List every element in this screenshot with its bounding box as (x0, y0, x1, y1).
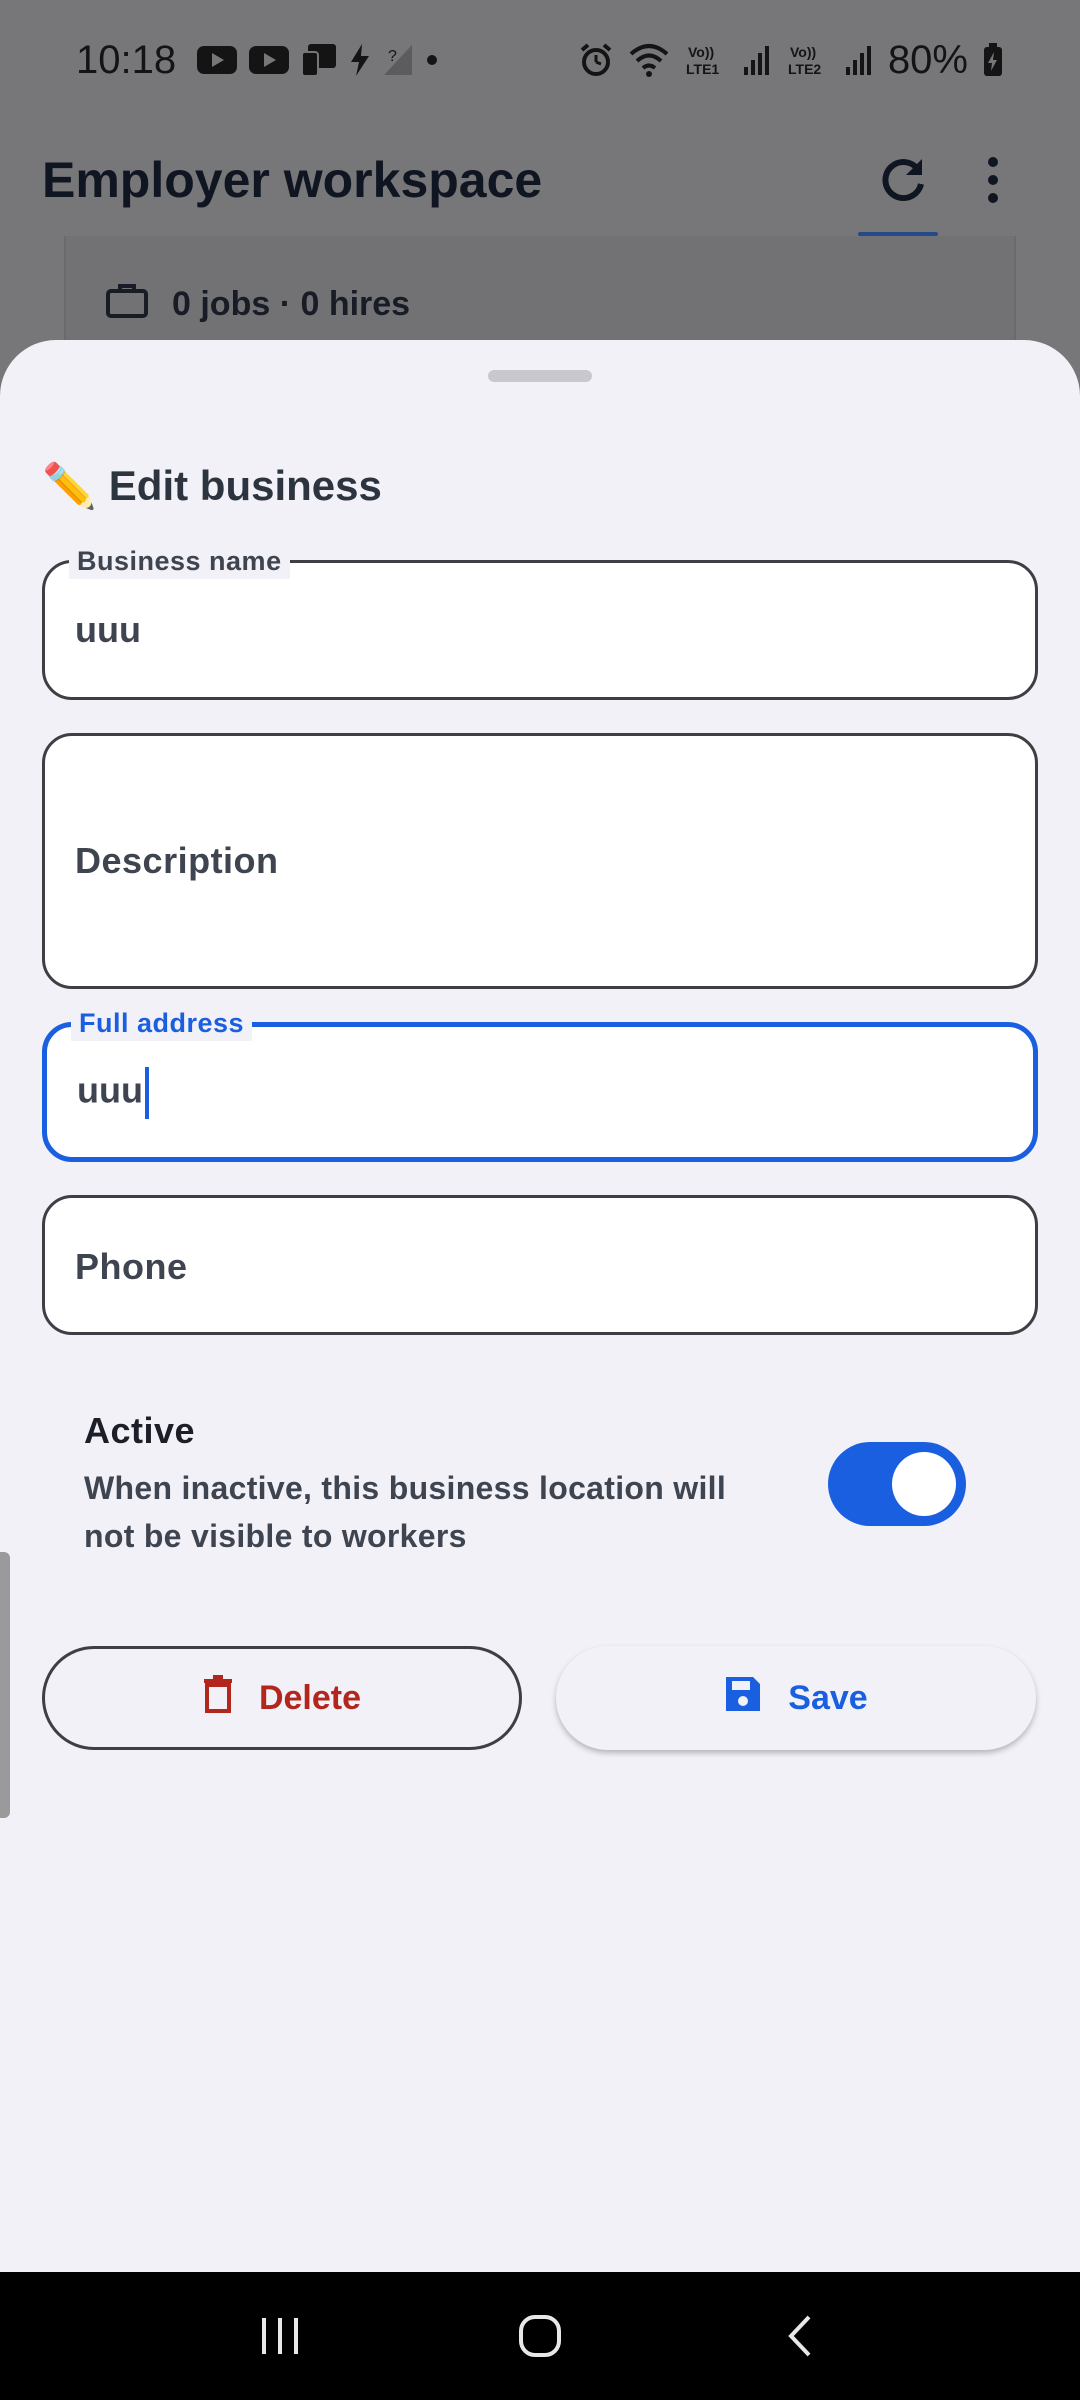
trash-icon (203, 1674, 233, 1722)
signal-icon (742, 40, 772, 80)
sheet-title-text: Edit business (108, 462, 382, 509)
more-vert-icon[interactable] (948, 135, 1038, 225)
text-cursor (144, 1067, 149, 1119)
svg-text:LTE2: LTE2 (788, 61, 821, 77)
wifi-icon (628, 40, 670, 80)
battery-percent: 80% (887, 37, 968, 82)
recent-apps-icon[interactable] (235, 2291, 325, 2381)
active-title: Active (84, 1410, 196, 1451)
youtube-icon (248, 40, 290, 80)
save-icon (724, 1675, 762, 1722)
save-button[interactable]: Save (556, 1646, 1036, 1750)
signal-icon (844, 40, 874, 80)
volte-lte2-icon: Vo)) LTE2 (786, 40, 830, 80)
briefcase-icon (106, 282, 148, 327)
svg-text:Vo)): Vo)) (790, 44, 816, 60)
device-icon (300, 40, 338, 80)
delete-button[interactable]: Delete (42, 1646, 522, 1750)
page-title: Employer workspace (42, 152, 543, 208)
battery-charging-icon (982, 40, 1004, 80)
app-bar: Employer workspace (0, 120, 1080, 240)
business-name-value: uuu (75, 609, 141, 650)
save-label: Save (788, 1678, 868, 1717)
signal-off-icon: ? (382, 40, 414, 80)
flash-icon (348, 40, 372, 80)
full-address-label: Full address (71, 1005, 253, 1041)
system-nav-bar (0, 2272, 1080, 2400)
svg-text:LTE1: LTE1 (686, 61, 719, 77)
active-toggle[interactable] (828, 1442, 966, 1526)
refresh-icon[interactable] (858, 135, 948, 225)
drag-handle[interactable] (488, 370, 592, 382)
full-address-field[interactable]: Full address uuu (42, 1005, 1038, 1162)
full-address-text: uuu (77, 1069, 143, 1111)
sheet-title: ✏️ Edit business (42, 460, 382, 512)
description-field[interactable]: Description (42, 733, 1038, 989)
youtube-icon (196, 40, 238, 80)
full-address-value: uuu (77, 1067, 149, 1119)
phone-field[interactable]: Phone (42, 1195, 1038, 1335)
business-name-label: Business name (69, 543, 290, 579)
delete-label: Delete (258, 1678, 362, 1717)
active-description: When inactive, this business location wi… (84, 1470, 727, 1554)
business-stats: 0 jobs · 0 hires (106, 282, 410, 327)
toggle-knob (892, 1452, 956, 1516)
edit-business-sheet: ✏️ Edit business Business name uuu Descr… (0, 340, 1080, 2272)
svg-text:Vo)): Vo)) (688, 44, 714, 60)
scroll-indicator (0, 1552, 10, 1818)
status-time: 10:18 (76, 37, 177, 82)
dot-icon (424, 40, 440, 80)
stats-text: 0 jobs · 0 hires (172, 285, 411, 323)
description-placeholder: Description (75, 840, 279, 881)
phone-placeholder: Phone (75, 1246, 188, 1287)
card-accent (858, 232, 938, 236)
home-icon[interactable] (495, 2291, 585, 2381)
alarm-icon (578, 40, 614, 80)
volte-lte1-icon: Vo)) LTE1 (684, 40, 728, 80)
business-name-field[interactable]: Business name uuu (42, 543, 1038, 700)
pencil-icon: ✏️ (42, 462, 97, 511)
svg-text:?: ? (388, 48, 397, 65)
active-setting: Active When inactive, this business loca… (84, 1410, 984, 1560)
status-bar: 10:18 ? Vo)) LTE1 Vo)) LTE2 80% (0, 0, 1080, 120)
back-icon[interactable] (755, 2291, 845, 2381)
